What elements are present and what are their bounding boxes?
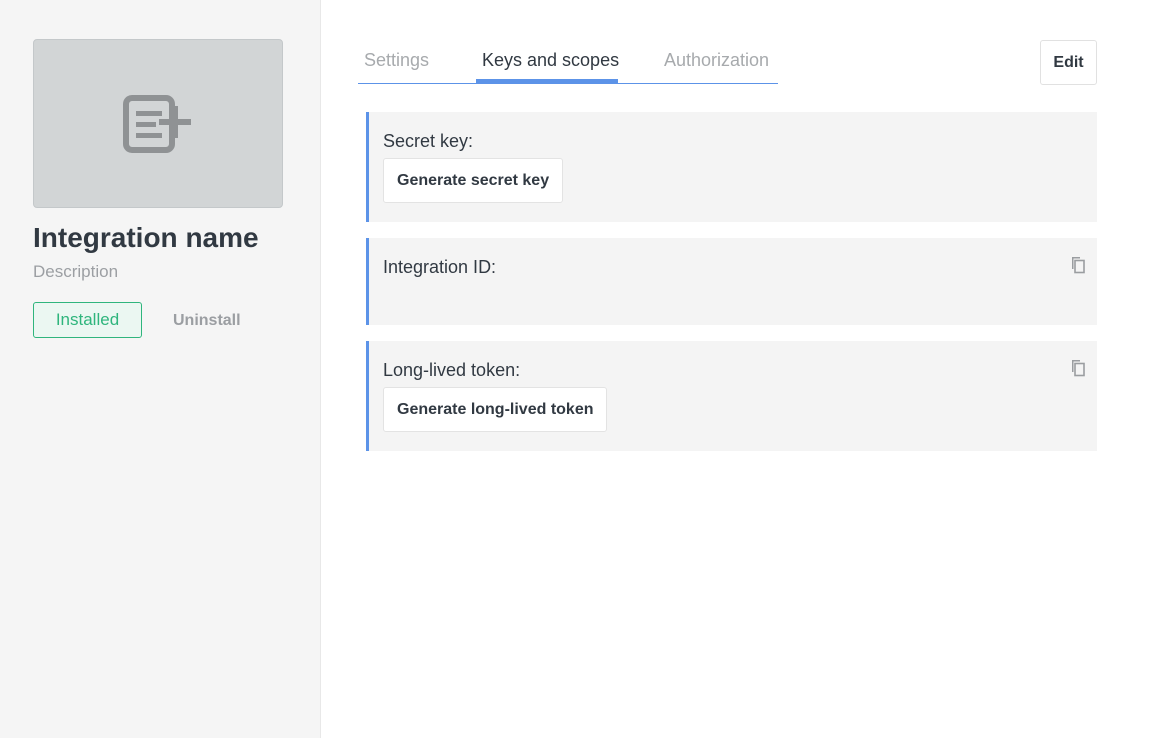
add-list-icon [123,94,191,153]
generate-long-lived-token-button[interactable]: Generate long-lived token [383,387,608,432]
active-tab-indicator [476,79,618,83]
tab-authorization[interactable]: Authorization [664,50,769,71]
tab-bar: Settings Keys and scopes Authorization [358,40,778,84]
tab-keys-and-scopes[interactable]: Keys and scopes [482,50,619,71]
generate-secret-key-button[interactable]: Generate secret key [383,158,564,203]
secret-key-label: Secret key: [383,131,474,151]
tab-settings[interactable]: Settings [364,50,429,71]
integration-name: Integration name [33,222,259,253]
installed-button[interactable]: Installed [33,302,142,338]
integration-logo [33,39,283,208]
long-lived-token-label: Long-lived token: [383,360,521,380]
long-lived-token-card: Long-lived token: Generate long-lived to… [366,341,1097,451]
sidebar: Integration name Description Installed U… [0,0,321,738]
uninstall-button[interactable]: Uninstall [173,312,241,330]
secret-key-card: Secret key: Generate secret key [366,112,1097,222]
copy-icon[interactable] [1069,359,1085,377]
integration-id-card: Integration ID: [366,238,1097,325]
integration-description: Description [33,262,119,281]
edit-button[interactable]: Edit [1040,40,1097,85]
integration-id-label: Integration ID: [383,257,497,277]
copy-icon[interactable] [1069,256,1085,274]
